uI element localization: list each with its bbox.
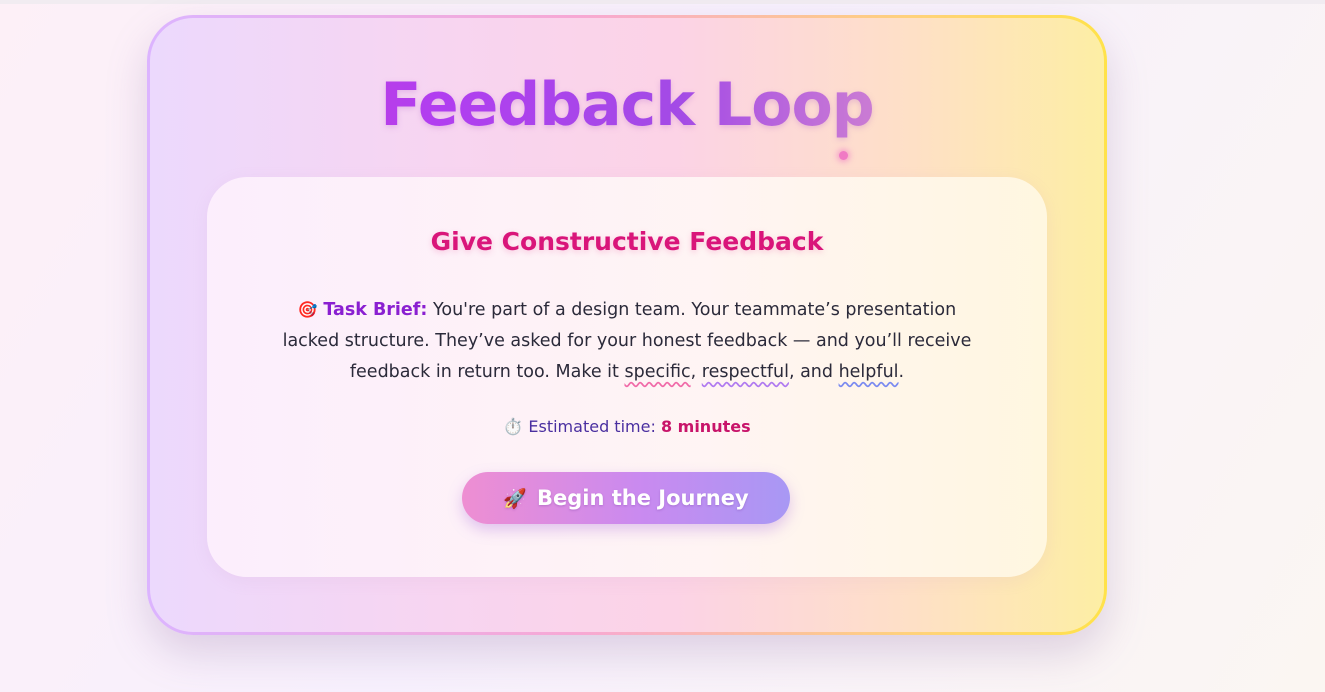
keyword-helpful: helpful	[838, 362, 899, 382]
begin-journey-button[interactable]: 🚀 Begin the Journey	[462, 472, 790, 524]
feedback-loop-card: Feedback Loop Give Constructive Feedback…	[147, 15, 1107, 635]
card-background: Feedback Loop Give Constructive Feedback…	[150, 18, 1104, 632]
sparkle-dot-icon	[839, 151, 848, 160]
task-heading: Give Constructive Feedback	[430, 227, 824, 256]
brief-separator-2: , and	[788, 362, 833, 382]
brief-end: .	[898, 362, 905, 382]
task-panel: Give Constructive Feedback 🎯 Task Brief:…	[207, 177, 1047, 577]
app-title: Feedback Loop	[150, 70, 1104, 140]
task-brief: 🎯 Task Brief: You're part of a design te…	[267, 294, 987, 388]
stopwatch-icon: ⏱️	[503, 417, 524, 436]
brief-separator-1: ,	[690, 362, 697, 382]
estimated-time: ⏱️ Estimated time: 8 minutes	[207, 417, 1047, 436]
target-icon: 🎯	[297, 300, 318, 319]
estimated-time-value: 8 minutes	[660, 417, 751, 436]
keyword-specific: specific	[624, 362, 691, 382]
estimated-time-label: Estimated time:	[528, 417, 656, 436]
browser-top-strip	[0, 0, 1325, 4]
begin-journey-label: Begin the Journey	[536, 486, 749, 510]
rocket-icon: 🚀	[503, 487, 527, 510]
keyword-respectful: respectful	[701, 362, 789, 382]
task-brief-label: Task Brief:	[323, 300, 428, 320]
